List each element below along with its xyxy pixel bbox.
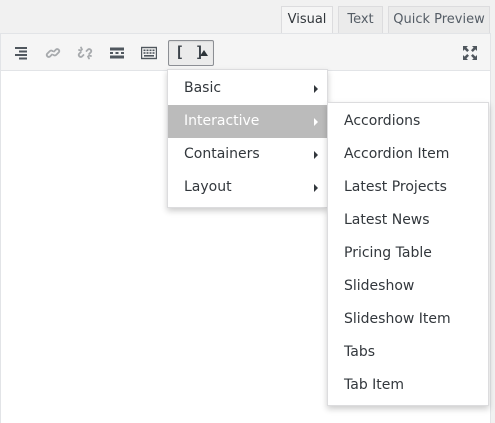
read-more-button[interactable]: [104, 40, 130, 66]
fullscreen-button[interactable]: [457, 40, 483, 66]
shortcodes-menu: Basic Interactive Containers Layout: [167, 69, 328, 208]
menu-item-containers[interactable]: Containers: [168, 138, 327, 171]
menu-item-layout[interactable]: Layout: [168, 171, 327, 204]
remove-link-button[interactable]: [72, 40, 98, 66]
tab-text[interactable]: Text: [338, 6, 383, 34]
submenu-item-accordions[interactable]: Accordions: [328, 105, 488, 138]
submenu-item-tab-item[interactable]: Tab Item: [328, 369, 488, 402]
insert-link-icon: [45, 48, 61, 58]
read-more-icon: [110, 47, 124, 59]
submenu-item-latest-projects[interactable]: Latest Projects: [328, 171, 488, 204]
chevron-right-icon: [314, 85, 318, 93]
toolbar-toggle-button[interactable]: [136, 40, 162, 66]
menu-item-label: Layout: [184, 179, 232, 195]
submenu-item-pricing-table[interactable]: Pricing Table: [328, 237, 488, 270]
submenu-item-tabs[interactable]: Tabs: [328, 336, 488, 369]
chevron-right-icon: [314, 118, 318, 126]
remove-link-icon: [77, 46, 93, 60]
submenu-item-latest-news[interactable]: Latest News: [328, 204, 488, 237]
tab-quick-preview[interactable]: Quick Preview: [388, 6, 490, 34]
submenu-item-slideshow-item[interactable]: Slideshow Item: [328, 303, 488, 336]
toolbar-toggle-icon: [141, 46, 157, 60]
menu-item-label: Containers: [184, 146, 260, 162]
fullscreen-icon: [463, 46, 477, 60]
align-right-icon: [15, 47, 27, 60]
submenu-item-accordion-item[interactable]: Accordion Item: [328, 138, 488, 171]
align-right-button[interactable]: [8, 40, 34, 66]
menu-item-basic[interactable]: Basic: [168, 72, 327, 105]
menu-item-label: Interactive: [184, 113, 260, 129]
chevron-right-icon: [314, 184, 318, 192]
editor-tabs: Visual Text Quick Preview: [0, 0, 495, 35]
editor-toolbar: [ ]: [1, 34, 490, 71]
interactive-submenu: Accordions Accordion Item Latest Project…: [327, 102, 489, 406]
tab-visual[interactable]: Visual: [281, 6, 333, 35]
menu-item-label: Basic: [184, 80, 222, 96]
shortcodes-button[interactable]: [ ]: [168, 40, 214, 66]
insert-link-button[interactable]: [40, 40, 66, 66]
caret-up-icon: [200, 50, 208, 56]
submenu-item-slideshow[interactable]: Slideshow: [328, 270, 488, 303]
menu-item-interactive[interactable]: Interactive: [168, 105, 327, 138]
chevron-right-icon: [314, 151, 318, 159]
